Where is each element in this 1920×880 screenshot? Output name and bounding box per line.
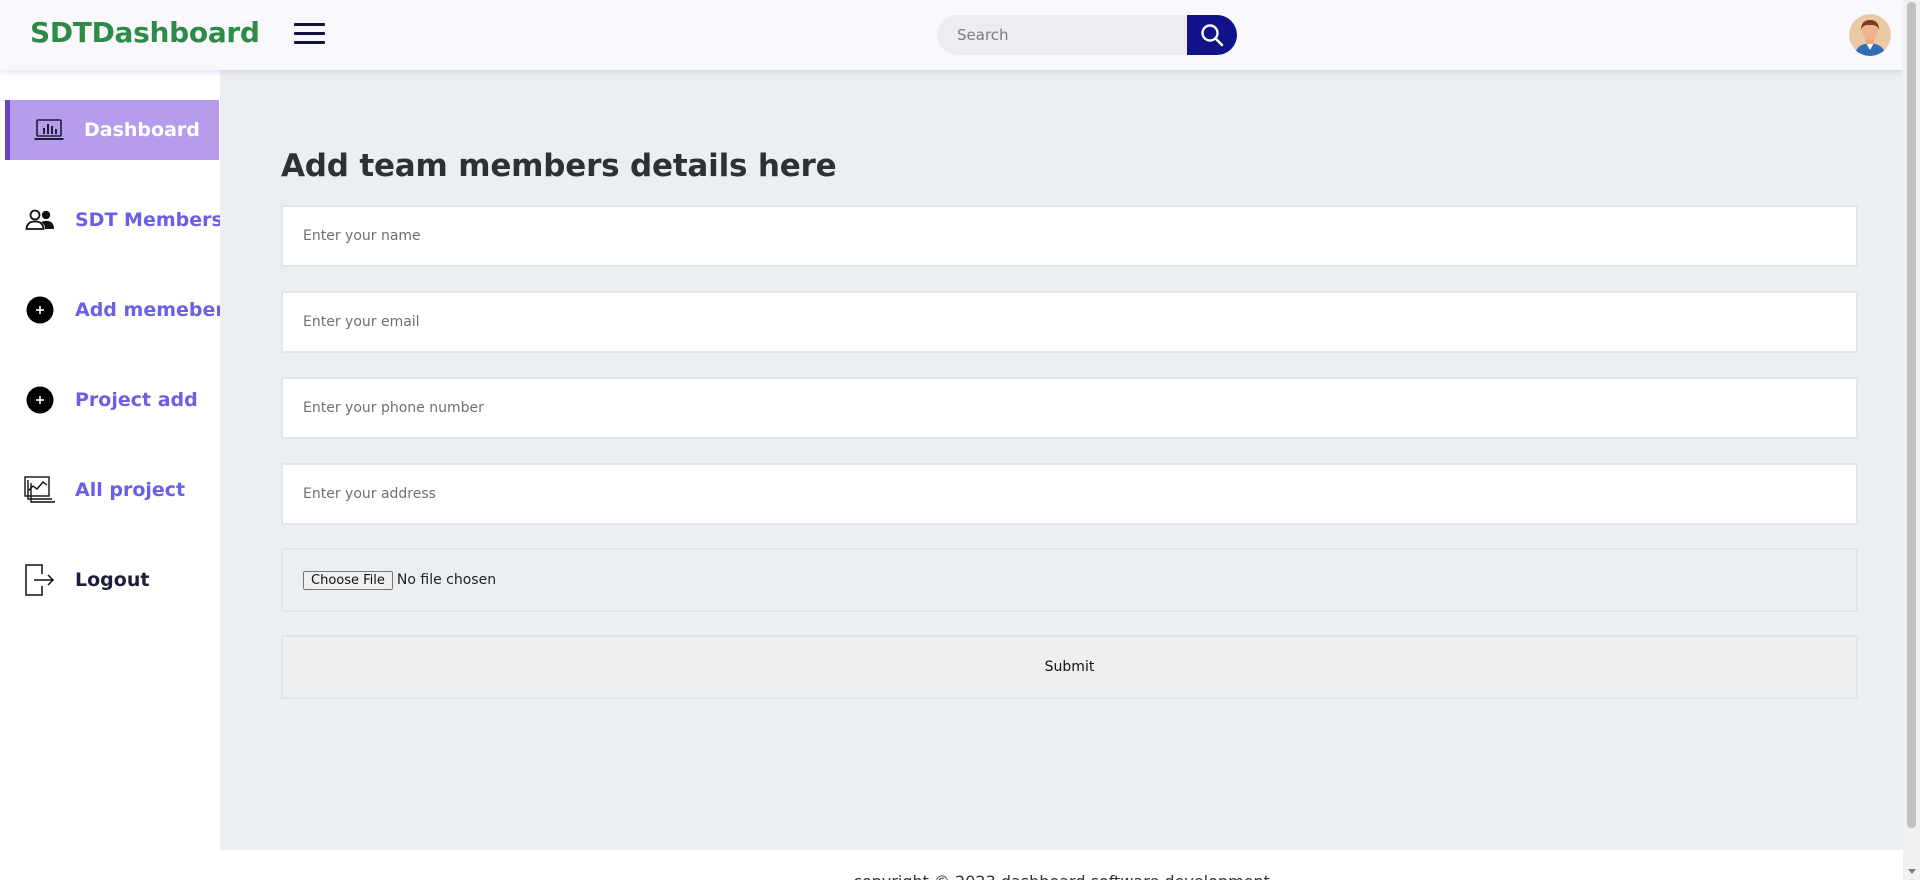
footer: copyright © 2023 dashboard software deve… (220, 850, 1903, 880)
sidebar-item-label: Dashboard (84, 119, 200, 141)
sidebar-item-label: Logout (75, 569, 150, 591)
main-content: Add team members details here Choose Fil… (220, 70, 1903, 850)
file-upload-field: Choose File No file chosen (281, 548, 1858, 612)
email-field-wrapper (281, 291, 1858, 353)
laptop-chart-icon (33, 115, 65, 145)
page-title: Add team members details here (281, 148, 837, 184)
name-field-wrapper (281, 205, 1858, 267)
scroll-down-arrow-icon[interactable] (1908, 869, 1916, 874)
sidebar-item-sdt-members[interactable]: SDT Members (6, 190, 223, 250)
plus-circle-icon (24, 385, 56, 415)
choose-file-button[interactable]: Choose File (303, 570, 393, 590)
submit-button[interactable]: Submit (281, 635, 1858, 699)
brand-logo[interactable]: SDTDashboard (30, 16, 260, 49)
page-scrollbar[interactable] (1903, 0, 1920, 880)
logout-icon (24, 564, 56, 596)
sidebar-item-dashboard[interactable]: Dashboard (5, 100, 219, 160)
name-input[interactable] (283, 207, 1856, 265)
address-input[interactable] (283, 465, 1856, 523)
sidebar-item-add-member[interactable]: Add memeber (6, 280, 225, 340)
address-field-wrapper (281, 463, 1858, 525)
sidebar: Dashboard SDT Members Add memeber Projec… (0, 70, 225, 850)
file-status-text: No file chosen (396, 572, 497, 588)
search-button[interactable] (1187, 15, 1237, 55)
search-icon (1201, 24, 1224, 47)
sidebar-item-project-add[interactable]: Project add (6, 370, 220, 430)
phone-input[interactable] (283, 379, 1856, 437)
search-bar (937, 15, 1237, 55)
phone-field-wrapper (281, 377, 1858, 439)
footer-text: copyright © 2023 dashboard software deve… (220, 872, 1903, 880)
hamburger-menu-icon[interactable] (294, 21, 325, 47)
email-input[interactable] (283, 293, 1856, 351)
top-navbar: SDTDashboard (0, 0, 1902, 70)
user-avatar[interactable] (1849, 14, 1891, 56)
chart-stack-icon (24, 475, 56, 505)
sidebar-item-label: All project (75, 479, 186, 501)
sidebar-item-logout[interactable]: Logout (6, 550, 220, 610)
sidebar-item-label: SDT Members (75, 209, 223, 231)
search-input[interactable] (937, 15, 1193, 55)
scrollbar-thumb[interactable] (1907, 2, 1916, 828)
sidebar-item-label: Add memeber (75, 299, 225, 321)
plus-circle-icon (24, 295, 56, 325)
users-icon (24, 205, 56, 235)
sidebar-item-all-project[interactable]: All project (6, 460, 220, 520)
sidebar-item-label: Project add (75, 389, 198, 411)
